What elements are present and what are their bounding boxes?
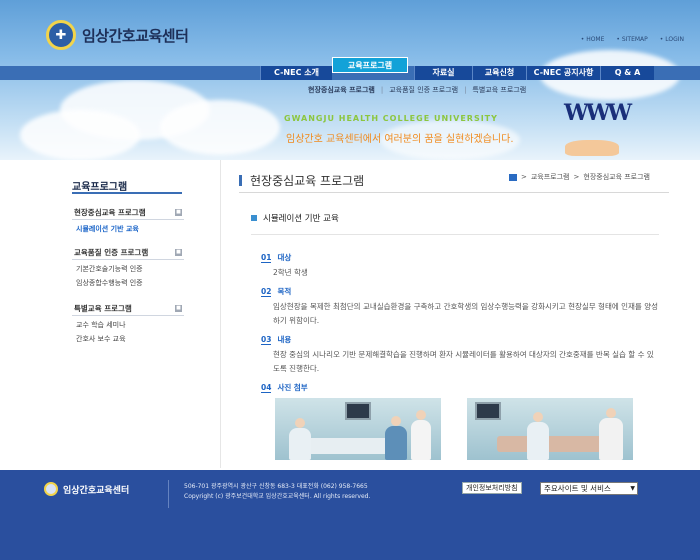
section-divider bbox=[251, 234, 659, 235]
emblem-icon bbox=[44, 482, 58, 496]
home-link[interactable]: HOME bbox=[581, 36, 604, 43]
breadcrumb-programs[interactable]: 교육프로그램 bbox=[531, 172, 570, 182]
expand-icon[interactable]: ■ bbox=[175, 209, 182, 216]
subnav-special-program[interactable]: 특별교육 프로그램 bbox=[472, 85, 526, 95]
sidebar-subitem-seminar[interactable]: 교수 학습 세미나 bbox=[72, 316, 184, 330]
emblem-icon: ✚ bbox=[46, 20, 76, 50]
item-purpose-heading: 02 목적 bbox=[261, 286, 292, 297]
main-nav-items: C-NEC 소개 교육프로그램 자료실 교육신청 C-NEC 공지사항 Q & … bbox=[260, 57, 654, 80]
subnav-field-program[interactable]: 현장중심교육 프로그램 bbox=[308, 85, 375, 95]
chevron-down-icon: ▼ bbox=[630, 485, 635, 492]
nav-item-resources[interactable]: 자료실 bbox=[414, 66, 472, 80]
item-purpose-body: 임상현장을 복제한 최첨단의 교내실습환경을 구축하고 간호학생의 임상수행능력… bbox=[273, 302, 659, 325]
sidebar-subitem-nurse-education[interactable]: 간호사 보수 교육 bbox=[72, 330, 184, 344]
section-title: 시뮬레이션 기반 교육 bbox=[251, 212, 339, 224]
item-photo-heading: 04 사진 첨부 bbox=[261, 382, 308, 393]
footer-copyright: Copyright (c) 광주보건대학교 임상간호교육센터. All righ… bbox=[184, 493, 371, 500]
home-icon[interactable] bbox=[508, 173, 517, 181]
item-target-heading: 01 대상 bbox=[261, 252, 292, 263]
expand-icon[interactable]: ■ bbox=[175, 249, 182, 256]
related-sites-select[interactable]: 주요사이트 및 서비스 ▼ bbox=[540, 482, 638, 495]
page-title: 현장중심교육 프로그램 bbox=[239, 172, 364, 189]
nav-item-about[interactable]: C-NEC 소개 bbox=[260, 66, 332, 80]
sidebar-item-field-program[interactable]: 현장중심교육 프로그램 ■ bbox=[72, 206, 184, 220]
logo-text: 임상간호교육센터 bbox=[82, 26, 189, 45]
sidebar-title: 교육프로그램 bbox=[72, 182, 128, 193]
item-content-heading: 03 내용 bbox=[261, 334, 292, 345]
sidebar-group-quality: 교육품질 인증 프로그램 ■ 기본간호술기능력 인증 임상종합수행능력 인증 bbox=[72, 246, 184, 288]
cloud-decoration bbox=[20, 110, 140, 160]
footer-address: 506-701 광주광역시 광산구 신창동 683-3 대표전화 (062) 9… bbox=[184, 483, 368, 490]
subnav-quality-program[interactable]: 교육품질 인증 프로그램 bbox=[389, 85, 458, 95]
nav-item-notice[interactable]: C-NEC 공지사항 bbox=[526, 66, 600, 80]
main-content: 현장중심교육 프로그램 > 교육프로그램 > 현장중심교육 프로그램 시뮬레이션… bbox=[220, 160, 690, 468]
site-logo[interactable]: ✚ 임상간호교육센터 bbox=[46, 20, 189, 50]
sidebar-group-field: 현장중심교육 프로그램 ■ 시뮬레이션 기반 교육 bbox=[72, 206, 184, 234]
breadcrumb: > 교육프로그램 > 현장중심교육 프로그램 bbox=[508, 172, 650, 182]
www-graphic: WWW bbox=[564, 100, 632, 126]
sidebar-subitem-basic-skill[interactable]: 기본간호술기능력 인증 bbox=[72, 260, 184, 274]
simulation-photo-1 bbox=[275, 398, 441, 460]
utility-links: HOME SITEMAP LOGIN bbox=[581, 36, 684, 43]
sitemap-link[interactable]: SITEMAP bbox=[616, 36, 648, 43]
sidebar-item-quality-program[interactable]: 교육품질 인증 프로그램 ■ bbox=[72, 246, 184, 260]
title-divider bbox=[239, 192, 669, 193]
privacy-policy-button[interactable]: 개인정보처리방침 bbox=[462, 482, 522, 494]
slogan-korean: 임상간호 교육센터에서 여러분의 꿈을 실현하겠습니다. bbox=[286, 134, 514, 145]
footer-address-block: 506-701 광주광역시 광산구 신창동 683-3 대표전화 (062) 9… bbox=[184, 482, 370, 502]
slogan-english: GWANGJU HEALTH COLLEGE UNIVERSITY bbox=[284, 114, 498, 123]
footer-divider bbox=[168, 480, 169, 508]
footer-logo[interactable]: 임상간호교육센터 bbox=[44, 482, 129, 496]
expand-icon[interactable]: ■ bbox=[175, 305, 182, 312]
hand-graphic bbox=[565, 140, 619, 156]
sidebar-group-special: 특별교육 프로그램 ■ 교수 학습 세미나 간호사 보수 교육 bbox=[72, 302, 184, 344]
footer: 임상간호교육센터 506-701 광주광역시 광산구 신창동 683-3 대표전… bbox=[0, 470, 700, 560]
nav-item-qna[interactable]: Q & A bbox=[600, 66, 654, 80]
login-link[interactable]: LOGIN bbox=[660, 36, 684, 43]
cloud-decoration bbox=[160, 100, 280, 155]
nav-item-programs[interactable]: 교육프로그램 bbox=[332, 57, 408, 73]
item-target-body: 2학년 학생 bbox=[273, 268, 308, 277]
item-content-body: 현장 중심의 시나리오 기반 문제해결학습을 진행하며 환자 시뮬레이터를 활용… bbox=[273, 350, 654, 373]
sidebar-title-underline bbox=[72, 192, 182, 194]
nav-item-apply[interactable]: 교육신청 bbox=[472, 66, 526, 80]
breadcrumb-current: 현장중심교육 프로그램 bbox=[583, 173, 650, 181]
sidebar-subitem-clinical[interactable]: 임상종합수행능력 인증 bbox=[72, 274, 184, 288]
simulation-photo-2 bbox=[467, 398, 633, 460]
sub-nav: 현장중심교육 프로그램 | 교육품질 인증 프로그램 | 특별교육 프로그램 bbox=[308, 85, 527, 95]
sidebar-item-special-program[interactable]: 특별교육 프로그램 ■ bbox=[72, 302, 184, 316]
sidebar-subitem-simulation[interactable]: 시뮬레이션 기반 교육 bbox=[72, 220, 184, 234]
